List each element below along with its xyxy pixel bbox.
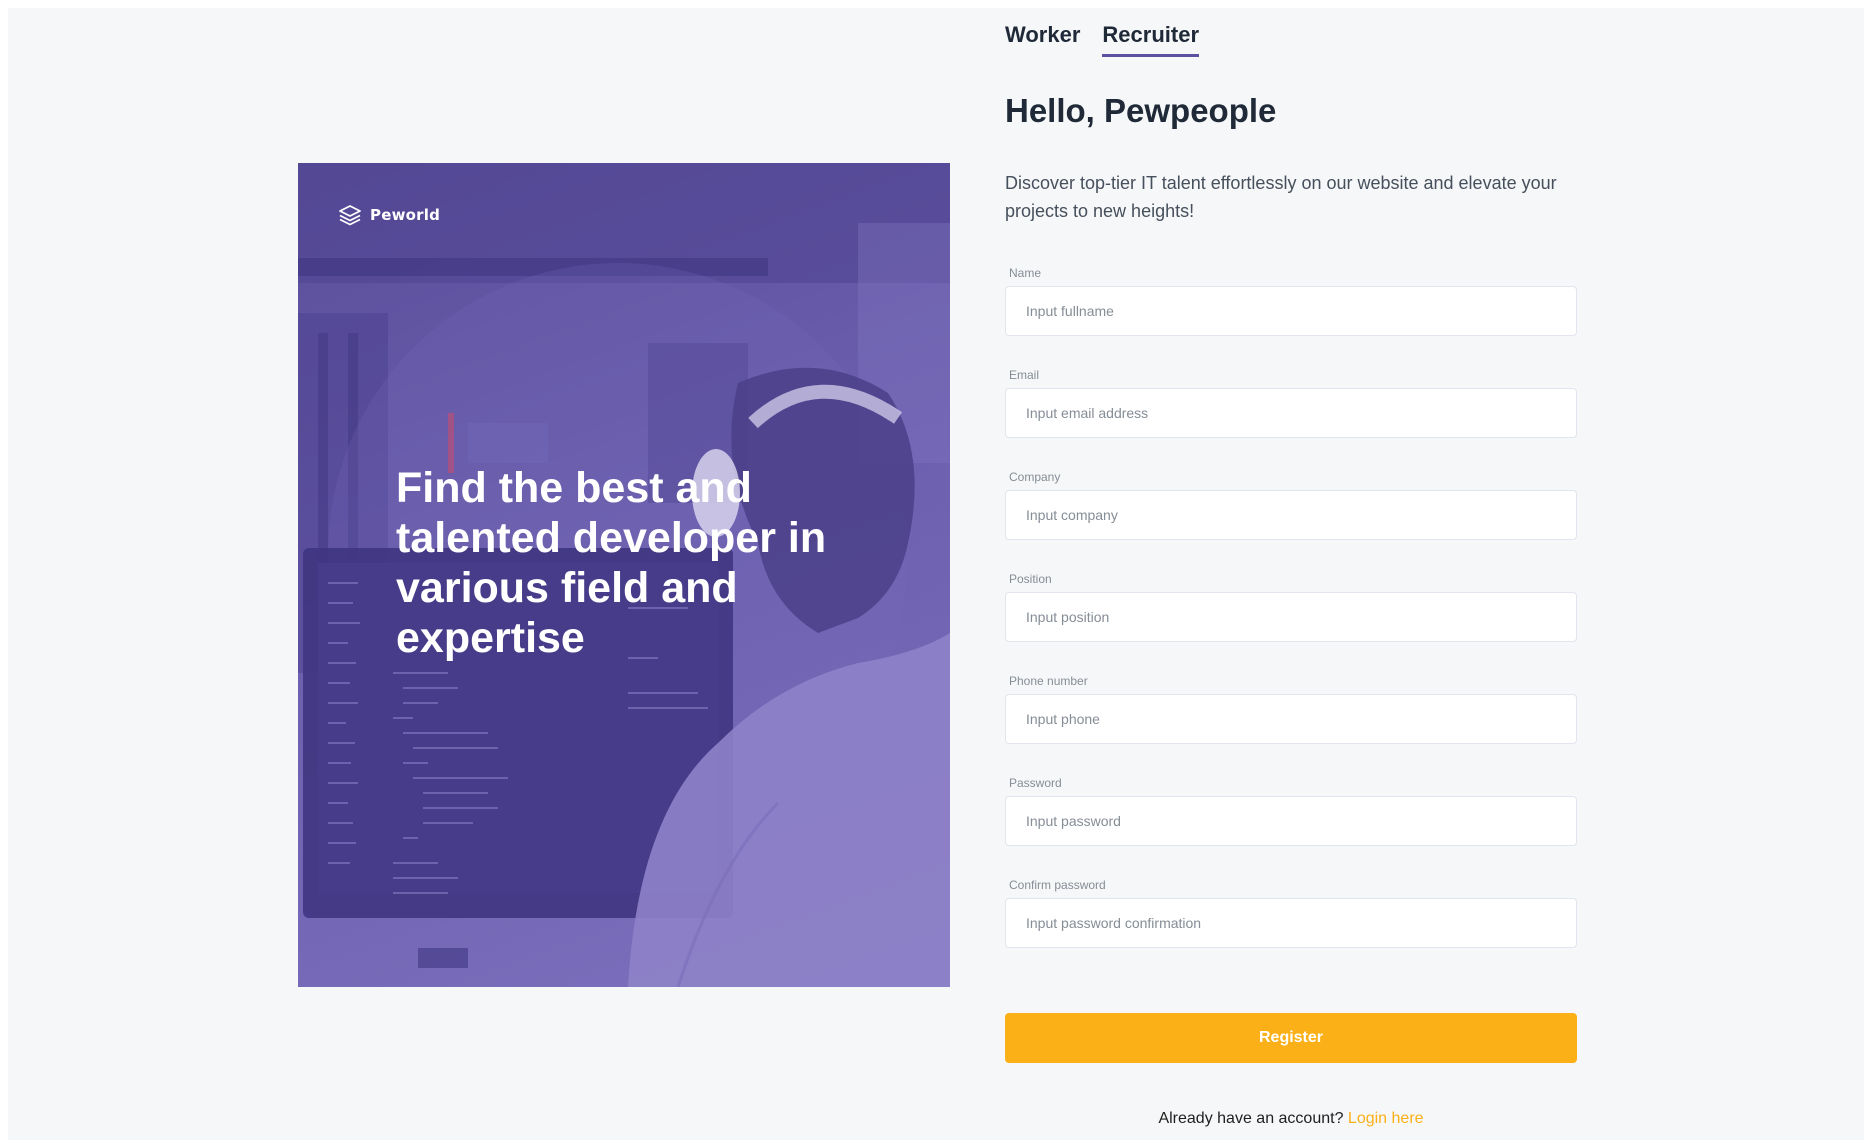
tab-recruiter[interactable]: Recruiter — [1102, 22, 1199, 57]
register-button[interactable]: Register — [1005, 1013, 1577, 1063]
phone-label: Phone number — [1009, 674, 1088, 688]
password-field-group: Password — [1005, 776, 1577, 846]
name-input[interactable] — [1005, 286, 1577, 336]
company-label: Company — [1009, 470, 1061, 484]
brand-name: Peworld — [370, 206, 441, 224]
position-input[interactable] — [1005, 592, 1577, 642]
email-field-group: Email — [1005, 368, 1577, 438]
company-field-group: Company — [1005, 470, 1577, 540]
hero-headline: Find the best and talented developer in … — [396, 464, 827, 662]
name-field-group: Name — [1005, 266, 1577, 336]
phone-field-group: Phone number — [1005, 674, 1577, 744]
tab-worker[interactable]: Worker — [1005, 22, 1080, 57]
hero-banner: Peworld Find the best and talented devel… — [298, 163, 950, 987]
company-input[interactable] — [1005, 490, 1577, 540]
login-prompt-line: Already have an account? Login here — [1005, 1110, 1577, 1128]
intro-text: Discover top-tier IT talent effortlessly… — [1005, 173, 1557, 221]
login-link[interactable]: Login here — [1348, 1110, 1424, 1127]
confirm-password-field-group: Confirm password — [1005, 878, 1577, 948]
brand-logo: Peworld — [338, 203, 440, 227]
position-label: Position — [1009, 572, 1052, 586]
confirm-password-label: Confirm password — [1009, 878, 1106, 892]
account-type-tabs: Worker Recruiter — [1005, 22, 1199, 57]
confirm-password-input[interactable] — [1005, 898, 1577, 948]
position-field-group: Position — [1005, 572, 1577, 642]
email-input[interactable] — [1005, 388, 1577, 438]
page-title: Hello, Pewpeople — [1005, 92, 1277, 129]
register-panel: Worker Recruiter Hello, Pewpeople Discov… — [1005, 8, 1605, 1140]
phone-input[interactable] — [1005, 694, 1577, 744]
email-label: Email — [1009, 368, 1040, 382]
stacked-layers-icon — [339, 205, 361, 226]
name-label: Name — [1009, 266, 1042, 280]
password-input[interactable] — [1005, 796, 1577, 846]
page-frame: Peworld Find the best and talented devel… — [8, 8, 1864, 1140]
login-prompt-text: Already have an account? — [1158, 1110, 1344, 1127]
password-label: Password — [1009, 776, 1062, 790]
